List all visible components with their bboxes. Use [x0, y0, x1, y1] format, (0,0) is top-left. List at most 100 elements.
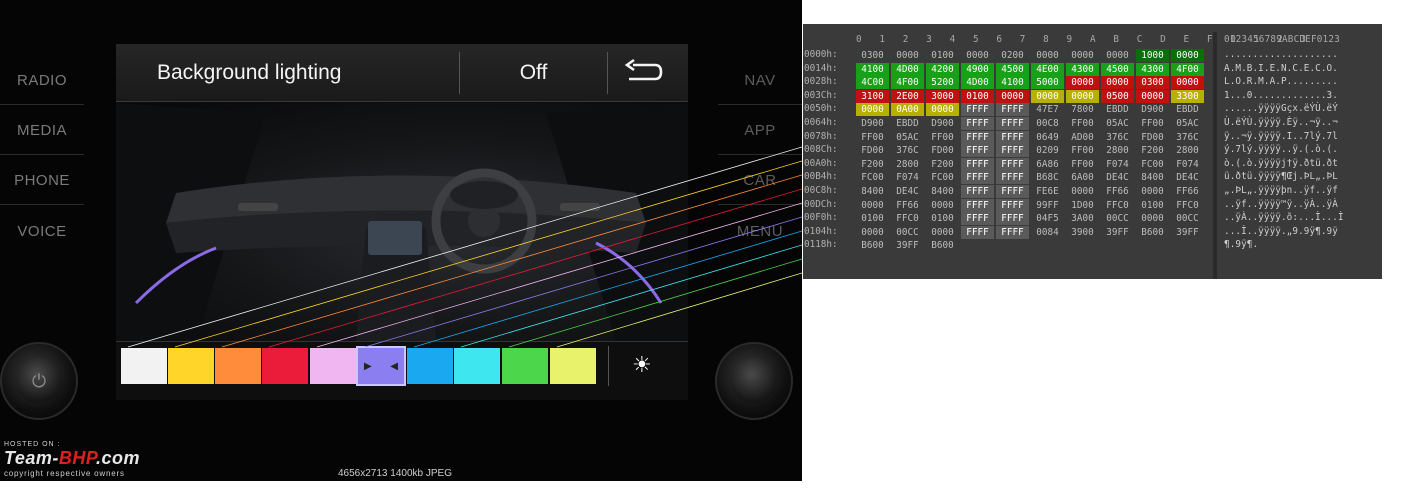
hex-cell[interactable]: FFFF: [961, 212, 994, 226]
hex-cell[interactable]: 0000: [1171, 49, 1204, 62]
hex-cell[interactable]: 0100: [926, 212, 959, 225]
hex-cell[interactable]: 2800: [1101, 144, 1134, 157]
hex-cell[interactable]: 0000: [1066, 185, 1099, 198]
hex-cell[interactable]: FFFF: [996, 144, 1029, 158]
hex-cell[interactable]: 8400: [1136, 171, 1169, 184]
hex-cell[interactable]: 0000: [1066, 76, 1099, 90]
hex-cell[interactable]: 0000: [1101, 49, 1134, 62]
hex-cell[interactable]: 0100: [856, 212, 889, 225]
hex-cell[interactable]: 0000: [1031, 49, 1064, 62]
hex-cell[interactable]: FC00: [856, 171, 889, 184]
hex-cell[interactable]: FFFF: [961, 198, 994, 212]
hex-cell[interactable]: 4D00: [961, 76, 994, 90]
hex-cell[interactable]: F200: [1136, 144, 1169, 157]
hex-cell[interactable]: 47E7: [1031, 103, 1064, 116]
hex-cell[interactable]: 0200: [996, 49, 1029, 62]
hex-cell[interactable]: 2E00: [891, 89, 924, 103]
hex-cell[interactable]: F200: [856, 158, 889, 171]
hex-cell[interactable]: FF00: [926, 131, 959, 144]
hex-cell[interactable]: FFFF: [961, 225, 994, 239]
hex-cell[interactable]: 0A00: [891, 103, 924, 117]
hex-cell[interactable]: B68C: [1031, 171, 1064, 184]
hex-cell[interactable]: F200: [926, 158, 959, 171]
hex-cell[interactable]: 4300: [1136, 62, 1169, 76]
hex-cell[interactable]: 0100: [926, 49, 959, 62]
hex-cell[interactable]: FFFF: [961, 144, 994, 158]
hex-cell[interactable]: AD00: [1066, 131, 1099, 144]
hex-cell[interactable]: 376C: [1101, 131, 1134, 144]
hex-cell[interactable]: FC00: [1136, 158, 1169, 171]
hex-cell[interactable]: FFFF: [996, 157, 1029, 171]
hex-cell[interactable]: FD00: [856, 144, 889, 157]
hex-cell[interactable]: 00C8: [1031, 117, 1064, 130]
hex-cell[interactable]: FF00: [1066, 144, 1099, 157]
hex-cell[interactable]: FFFF: [961, 157, 994, 171]
hex-cell[interactable]: FF00: [1136, 117, 1169, 130]
hex-cell[interactable]: 0000: [856, 199, 889, 212]
hex-cell[interactable]: 4500: [996, 62, 1029, 76]
hex-cell[interactable]: 0084: [1031, 226, 1064, 239]
hex-cell[interactable]: DE4C: [1171, 171, 1204, 184]
hex-cell[interactable]: DE4C: [1101, 171, 1134, 184]
hex-cell[interactable]: FFC0: [1171, 199, 1204, 212]
hex-cell[interactable]: 0300: [856, 49, 889, 62]
hex-cell[interactable]: 4900: [961, 62, 994, 76]
hex-cell[interactable]: 05AC: [891, 131, 924, 144]
hex-cell[interactable]: 0000: [996, 89, 1029, 103]
hex-cell[interactable]: FFFF: [961, 171, 994, 185]
hex-cell[interactable]: 4300: [1066, 62, 1099, 76]
hex-cell[interactable]: 0000: [926, 226, 959, 239]
hex-cell[interactable]: FE6E: [1031, 185, 1064, 198]
hex-cell[interactable]: 0000: [926, 103, 959, 117]
hex-cell[interactable]: 00CC: [891, 226, 924, 239]
hex-cell[interactable]: 3000: [926, 89, 959, 103]
hex-cell[interactable]: 0100: [961, 89, 994, 103]
hex-cell[interactable]: FFFF: [996, 117, 1029, 130]
hex-cell[interactable]: FFFF: [996, 225, 1029, 239]
hex-cell[interactable]: 0000: [1066, 49, 1099, 62]
hex-cell[interactable]: 7800: [1066, 103, 1099, 116]
hex-cell[interactable]: EBDD: [1101, 103, 1134, 116]
hex-cell[interactable]: 6A86: [1031, 158, 1064, 171]
hex-cell[interactable]: 04F5: [1031, 212, 1064, 225]
hex-cell[interactable]: FF00: [1066, 117, 1099, 130]
hex-cell[interactable]: 4F00: [891, 76, 924, 90]
hex-cell[interactable]: 6A00: [1066, 171, 1099, 184]
hex-cell[interactable]: F074: [1101, 158, 1134, 171]
hex-cell[interactable]: 0000: [961, 49, 994, 62]
hex-cell[interactable]: 5000: [1031, 76, 1064, 90]
hex-cell[interactable]: FFFF: [996, 185, 1029, 198]
hex-cell[interactable]: 3100: [856, 89, 889, 103]
hex-cell[interactable]: 05AC: [1171, 117, 1204, 130]
hex-cell[interactable]: FD00: [926, 144, 959, 157]
hex-cell[interactable]: FF00: [856, 131, 889, 144]
hex-cell[interactable]: 0209: [1031, 144, 1064, 157]
hex-cell[interactable]: 0000: [1066, 89, 1099, 103]
hex-cell[interactable]: FFFF: [996, 171, 1029, 185]
hex-cell[interactable]: EBDD: [891, 117, 924, 130]
hex-cell[interactable]: 3900: [1066, 226, 1099, 239]
hex-cell[interactable]: FFFF: [961, 117, 994, 130]
hex-cell[interactable]: 4200: [926, 62, 959, 76]
hex-cell[interactable]: 99FF: [1031, 199, 1064, 212]
hex-cell[interactable]: 1D00: [1066, 199, 1099, 212]
hex-cell[interactable]: FFFF: [961, 103, 994, 117]
hex-cell[interactable]: B600: [1136, 226, 1169, 239]
hex-cell[interactable]: 39FF: [1171, 226, 1204, 239]
hex-cell[interactable]: F074: [891, 171, 924, 184]
hex-cell[interactable]: 0000: [926, 199, 959, 212]
hex-cell[interactable]: 2800: [1171, 144, 1204, 157]
hex-cell[interactable]: B600: [856, 239, 889, 252]
hex-cell[interactable]: B600: [926, 239, 959, 252]
hex-cell[interactable]: 3300: [1171, 89, 1204, 103]
hex-cell[interactable]: 4500: [1101, 62, 1134, 76]
hex-cell[interactable]: 4F00: [1171, 62, 1204, 76]
hex-cell[interactable]: DE4C: [891, 185, 924, 198]
hex-cell[interactable]: 0649: [1031, 131, 1064, 144]
hex-cell[interactable]: 0000: [1136, 89, 1169, 103]
hex-cell[interactable]: D900: [856, 117, 889, 130]
hex-cell[interactable]: 0000: [1031, 89, 1064, 103]
hex-cell[interactable]: 8400: [926, 185, 959, 198]
hex-cell[interactable]: 4E00: [1031, 62, 1064, 76]
hex-cell[interactable]: 39FF: [1101, 226, 1134, 239]
